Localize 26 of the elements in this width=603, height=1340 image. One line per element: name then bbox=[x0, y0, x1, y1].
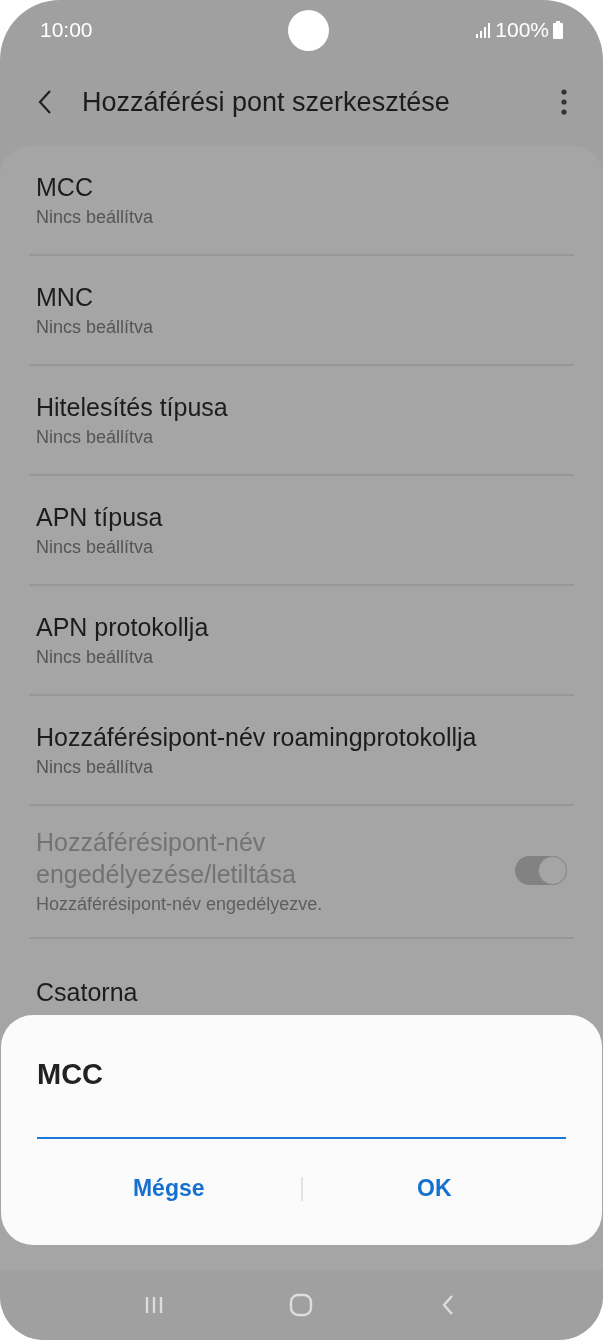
setting-value: Nincs beállítva bbox=[36, 316, 155, 338]
setting-title[interactable]: APN típusa bbox=[36, 500, 567, 533]
setting-value: Nincs beállítva bbox=[36, 756, 155, 778]
camera-hole bbox=[288, 9, 330, 51]
back-icon[interactable] bbox=[38, 89, 52, 115]
setting-value: Nincs beállítva bbox=[36, 646, 155, 668]
setting-value: Nincs beállítva bbox=[36, 426, 155, 448]
setting-title[interactable]: Hitelesítés típusa bbox=[36, 390, 567, 423]
ok-button[interactable]: OK bbox=[302, 1169, 566, 1208]
battery-icon bbox=[553, 21, 563, 39]
setting-title[interactable]: MNC bbox=[36, 280, 567, 313]
setting-value: Nincs beállítva bbox=[36, 206, 155, 228]
signal-icon bbox=[475, 22, 492, 38]
setting-value: Hozzáférésipont-név engedélyezve. bbox=[36, 894, 324, 915]
setting-title[interactable]: MCC bbox=[36, 170, 567, 203]
cancel-button[interactable]: Mégse bbox=[37, 1169, 301, 1208]
setting-title[interactable]: Csatorna bbox=[36, 976, 567, 1008]
dialog-title: MCC bbox=[37, 1057, 105, 1091]
screen-title: Hozzáférési pont szerkesztése bbox=[82, 86, 451, 118]
home-icon[interactable] bbox=[289, 1293, 314, 1317]
setting-value: Nincs beállítva bbox=[36, 536, 155, 558]
setting-title[interactable]: Hozzáférésipont-név roamingprotokollja bbox=[36, 720, 567, 753]
status-time: 10:00 bbox=[40, 18, 93, 42]
setting-title[interactable]: APN protokollja bbox=[36, 610, 567, 643]
battery-percent: 100% bbox=[495, 18, 549, 42]
more-options-icon[interactable] bbox=[561, 89, 567, 115]
